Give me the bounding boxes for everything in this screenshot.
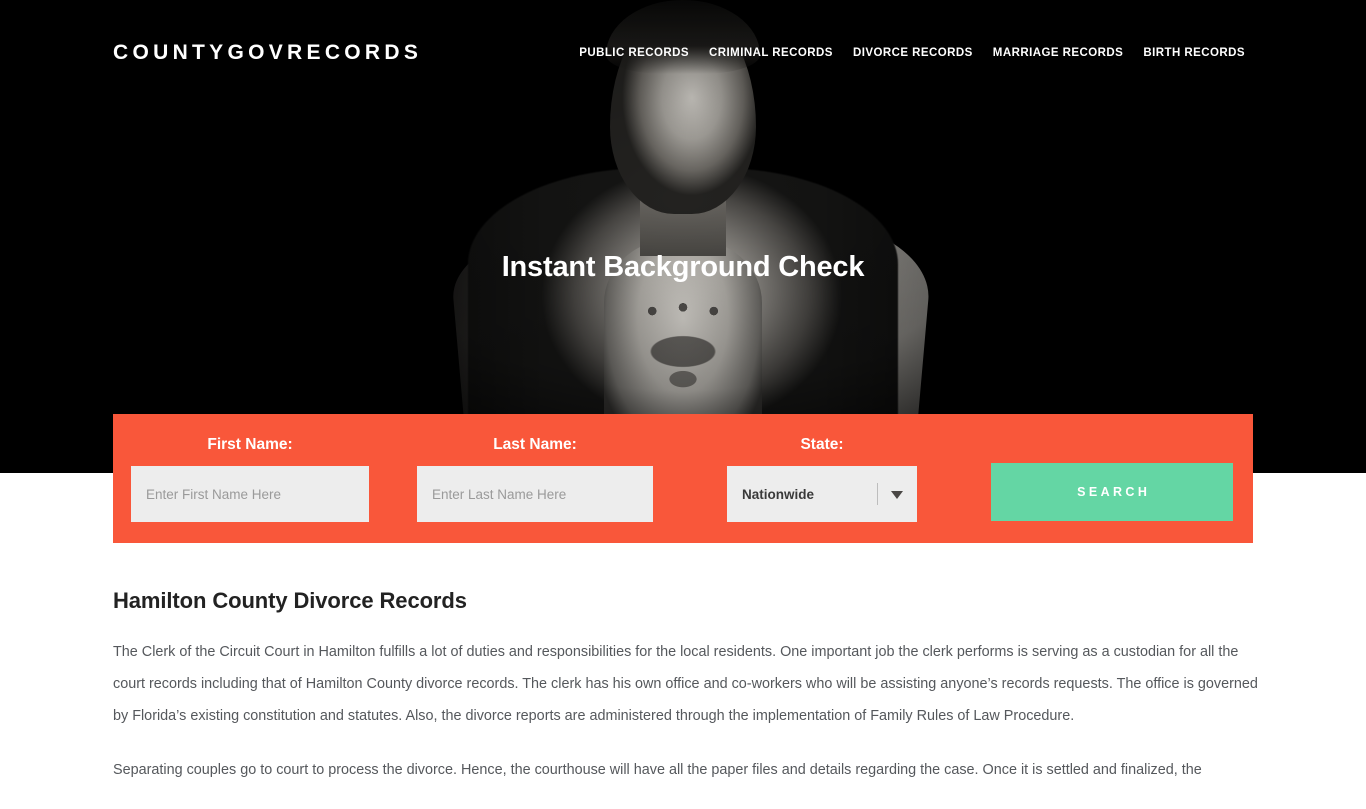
nav-item-divorce-records[interactable]: DIVORCE RECORDS <box>853 47 973 59</box>
chevron-down-icon <box>891 491 903 499</box>
nav-item-public-records[interactable]: PUBLIC RECORDS <box>579 47 689 59</box>
last-name-field-group: Last Name: <box>417 436 653 522</box>
state-field-group: State: Nationwide <box>727 436 917 522</box>
state-select[interactable]: Nationwide <box>727 466 917 522</box>
nav-item-marriage-records[interactable]: MARRIAGE RECORDS <box>993 47 1124 59</box>
submit-field-group: SEARCH <box>991 436 1233 521</box>
article-paragraph-2: Separating couples go to court to proces… <box>113 762 1202 779</box>
article-content: Hamilton County Divorce Records The Cler… <box>113 588 1268 809</box>
nav-item-criminal-records[interactable]: CRIMINAL RECORDS <box>709 47 833 59</box>
site-logo[interactable]: COUNTYGOVRECORDS <box>113 41 422 65</box>
background-check-search-form: First Name: Last Name: State: Nationwide… <box>113 414 1253 543</box>
site-header: COUNTYGOVRECORDS PUBLIC RECORDS CRIMINAL… <box>0 0 1366 105</box>
state-label: State: <box>800 436 844 453</box>
first-name-field-group: First Name: <box>131 436 369 522</box>
last-name-label: Last Name: <box>493 436 577 453</box>
page-title: Hamilton County Divorce Records <box>113 588 467 613</box>
last-name-input[interactable] <box>417 466 653 522</box>
main-navigation: PUBLIC RECORDS CRIMINAL RECORDS DIVORCE … <box>579 47 1245 59</box>
state-selected-value: Nationwide <box>742 486 815 502</box>
article-paragraph-1: The Clerk of the Circuit Court in Hamilt… <box>113 644 1258 725</box>
first-name-input[interactable] <box>131 466 369 522</box>
hero-section: COUNTYGOVRECORDS PUBLIC RECORDS CRIMINAL… <box>0 0 1366 473</box>
hero-heading: Instant Background Check <box>501 251 865 283</box>
state-select-divider <box>877 483 878 505</box>
first-name-label: First Name: <box>207 436 293 453</box>
search-button[interactable]: SEARCH <box>991 463 1233 521</box>
nav-item-birth-records[interactable]: BIRTH RECORDS <box>1143 47 1245 59</box>
